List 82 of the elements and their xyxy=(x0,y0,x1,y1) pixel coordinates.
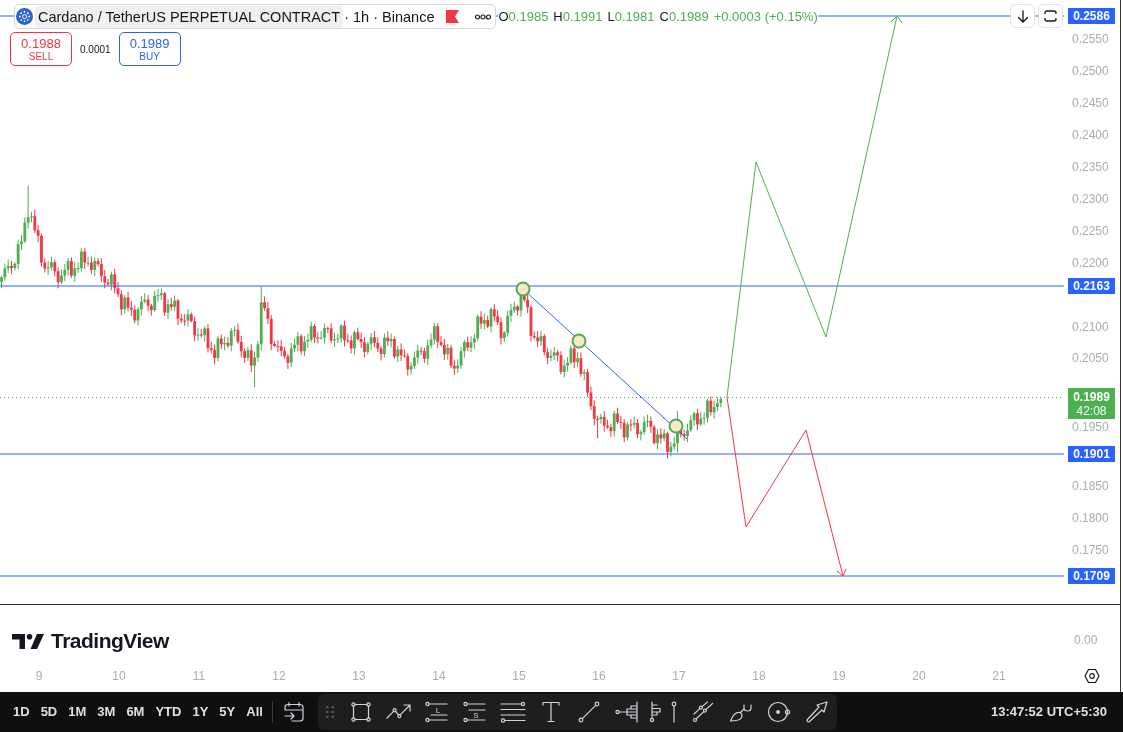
price-axis-label: 0.2400 xyxy=(1072,128,1109,142)
price-axis-label: 0.00 xyxy=(1074,633,1098,647)
ohlc-value: 0.1991 xyxy=(562,8,603,25)
flag-icon[interactable] xyxy=(446,10,460,23)
price-axis-label: 0.1800 xyxy=(1072,511,1109,525)
price-axis-label: 0.2450 xyxy=(1072,96,1109,110)
arrow-icon[interactable] xyxy=(805,701,828,723)
drag-handle-icon[interactable] xyxy=(325,706,334,718)
clock: 13:47:52 UTC+5:30 xyxy=(991,703,1107,722)
time-axis-label: 18 xyxy=(752,669,766,683)
range-button[interactable]: 5Y xyxy=(214,698,241,726)
ohlc-key: H xyxy=(553,8,563,25)
range-button[interactable]: 6M xyxy=(121,698,150,726)
time-axis-label: 10 xyxy=(112,669,126,683)
scroll-down-button[interactable] xyxy=(1010,4,1035,28)
time-axis-label: 20 xyxy=(912,669,926,683)
price-axis-label: 0.1750 xyxy=(1072,543,1109,557)
ohlc-value: 0.1981 xyxy=(614,8,655,25)
calendar-icon[interactable] xyxy=(282,701,307,723)
rectangle-icon[interactable] xyxy=(349,701,372,723)
range-button[interactable]: 1Y xyxy=(187,698,214,726)
price-tag: 0.2586 xyxy=(1068,8,1115,24)
interval-exchange[interactable]: · 1h · Binance xyxy=(344,5,435,28)
price-axis-label: 0.2500 xyxy=(1072,64,1109,78)
circle-tool-icon[interactable] xyxy=(766,701,791,723)
ohlc-value: 0.1985 xyxy=(508,8,549,25)
horizontal-lines-icon[interactable] xyxy=(499,701,526,723)
maximize-icon xyxy=(1044,10,1057,22)
price-axis-label: 0.2350 xyxy=(1072,160,1109,174)
time-axis-label: 16 xyxy=(592,669,606,683)
ohlc-key: O xyxy=(498,8,509,25)
price-axis-label: 0.2100 xyxy=(1072,320,1109,334)
time-axis-label: 9 xyxy=(35,669,43,683)
more-icon[interactable] xyxy=(475,13,492,20)
ohlc-key: L xyxy=(607,8,615,25)
price-axis-label: 0.2250 xyxy=(1072,224,1109,238)
price-axis-label: 0.2200 xyxy=(1072,256,1109,270)
settings-icon[interactable] xyxy=(1084,668,1100,684)
range-button[interactable]: 1D xyxy=(8,698,35,726)
price-axis-label: 0.1850 xyxy=(1072,479,1109,493)
price-axis-label: 0.2300 xyxy=(1072,192,1109,206)
range-button[interactable]: All xyxy=(241,698,268,726)
time-axis-label: 19 xyxy=(832,669,846,683)
last-price: 0.1989 xyxy=(1073,389,1110,404)
maximize-button[interactable] xyxy=(1038,4,1063,28)
text-tool-icon[interactable] xyxy=(541,701,560,723)
arrow-down-icon xyxy=(1016,9,1029,23)
ohlc-value: 0.1989 xyxy=(668,8,709,25)
fork-lines-icon[interactable] xyxy=(614,701,639,723)
logo-icon xyxy=(12,633,44,649)
circle-marker-icon xyxy=(668,418,684,434)
ohlc-key: C xyxy=(659,8,669,25)
symbol-title[interactable]: Cardano / TetherUS PERPETUAL CONTRACT xyxy=(35,5,344,28)
time-axis-label: 12 xyxy=(272,669,286,683)
circle-marker-icon xyxy=(515,281,531,297)
price-tag: 0.2163 xyxy=(1068,278,1115,294)
circle-marker-icon xyxy=(571,333,587,349)
bar-countdown: 42:08 xyxy=(1076,403,1107,418)
price-tag: 0.1709 xyxy=(1068,568,1115,584)
price-axis-label: 0.2550 xyxy=(1072,32,1109,46)
range-button[interactable]: 1M xyxy=(63,698,92,726)
price-axis-label: 0.1950 xyxy=(1072,420,1109,434)
logo-text: TradingView xyxy=(51,630,169,652)
vertical-line-icon[interactable] xyxy=(671,701,678,723)
spread-value: 0.0001 xyxy=(80,42,111,57)
time-axis-label: 14 xyxy=(432,669,446,683)
range-button[interactable]: 5D xyxy=(35,698,63,726)
price-tag: 0.1901 xyxy=(1068,446,1115,462)
line-tool-icon[interactable] xyxy=(577,701,600,723)
time-axis-label: 11 xyxy=(192,669,206,683)
time-axis-label: 15 xyxy=(512,669,526,683)
time-axis-label: 17 xyxy=(672,669,686,683)
range-button[interactable]: YTD xyxy=(150,698,187,726)
range-button[interactable]: 3M xyxy=(92,698,121,726)
sell-button[interactable]: 0.1988 SELL xyxy=(10,32,72,66)
buy-button[interactable]: 0.1989 BUY xyxy=(118,32,181,66)
bar-pattern-icon[interactable] xyxy=(649,701,662,723)
price-change: +0.0003 (+0.15%) xyxy=(713,8,818,25)
price-axis-label: 0.2050 xyxy=(1072,351,1109,365)
time-axis-label: 21 xyxy=(992,669,1006,683)
parallel-lines-icon[interactable] xyxy=(691,701,714,723)
time-axis-label: 13 xyxy=(352,669,366,683)
